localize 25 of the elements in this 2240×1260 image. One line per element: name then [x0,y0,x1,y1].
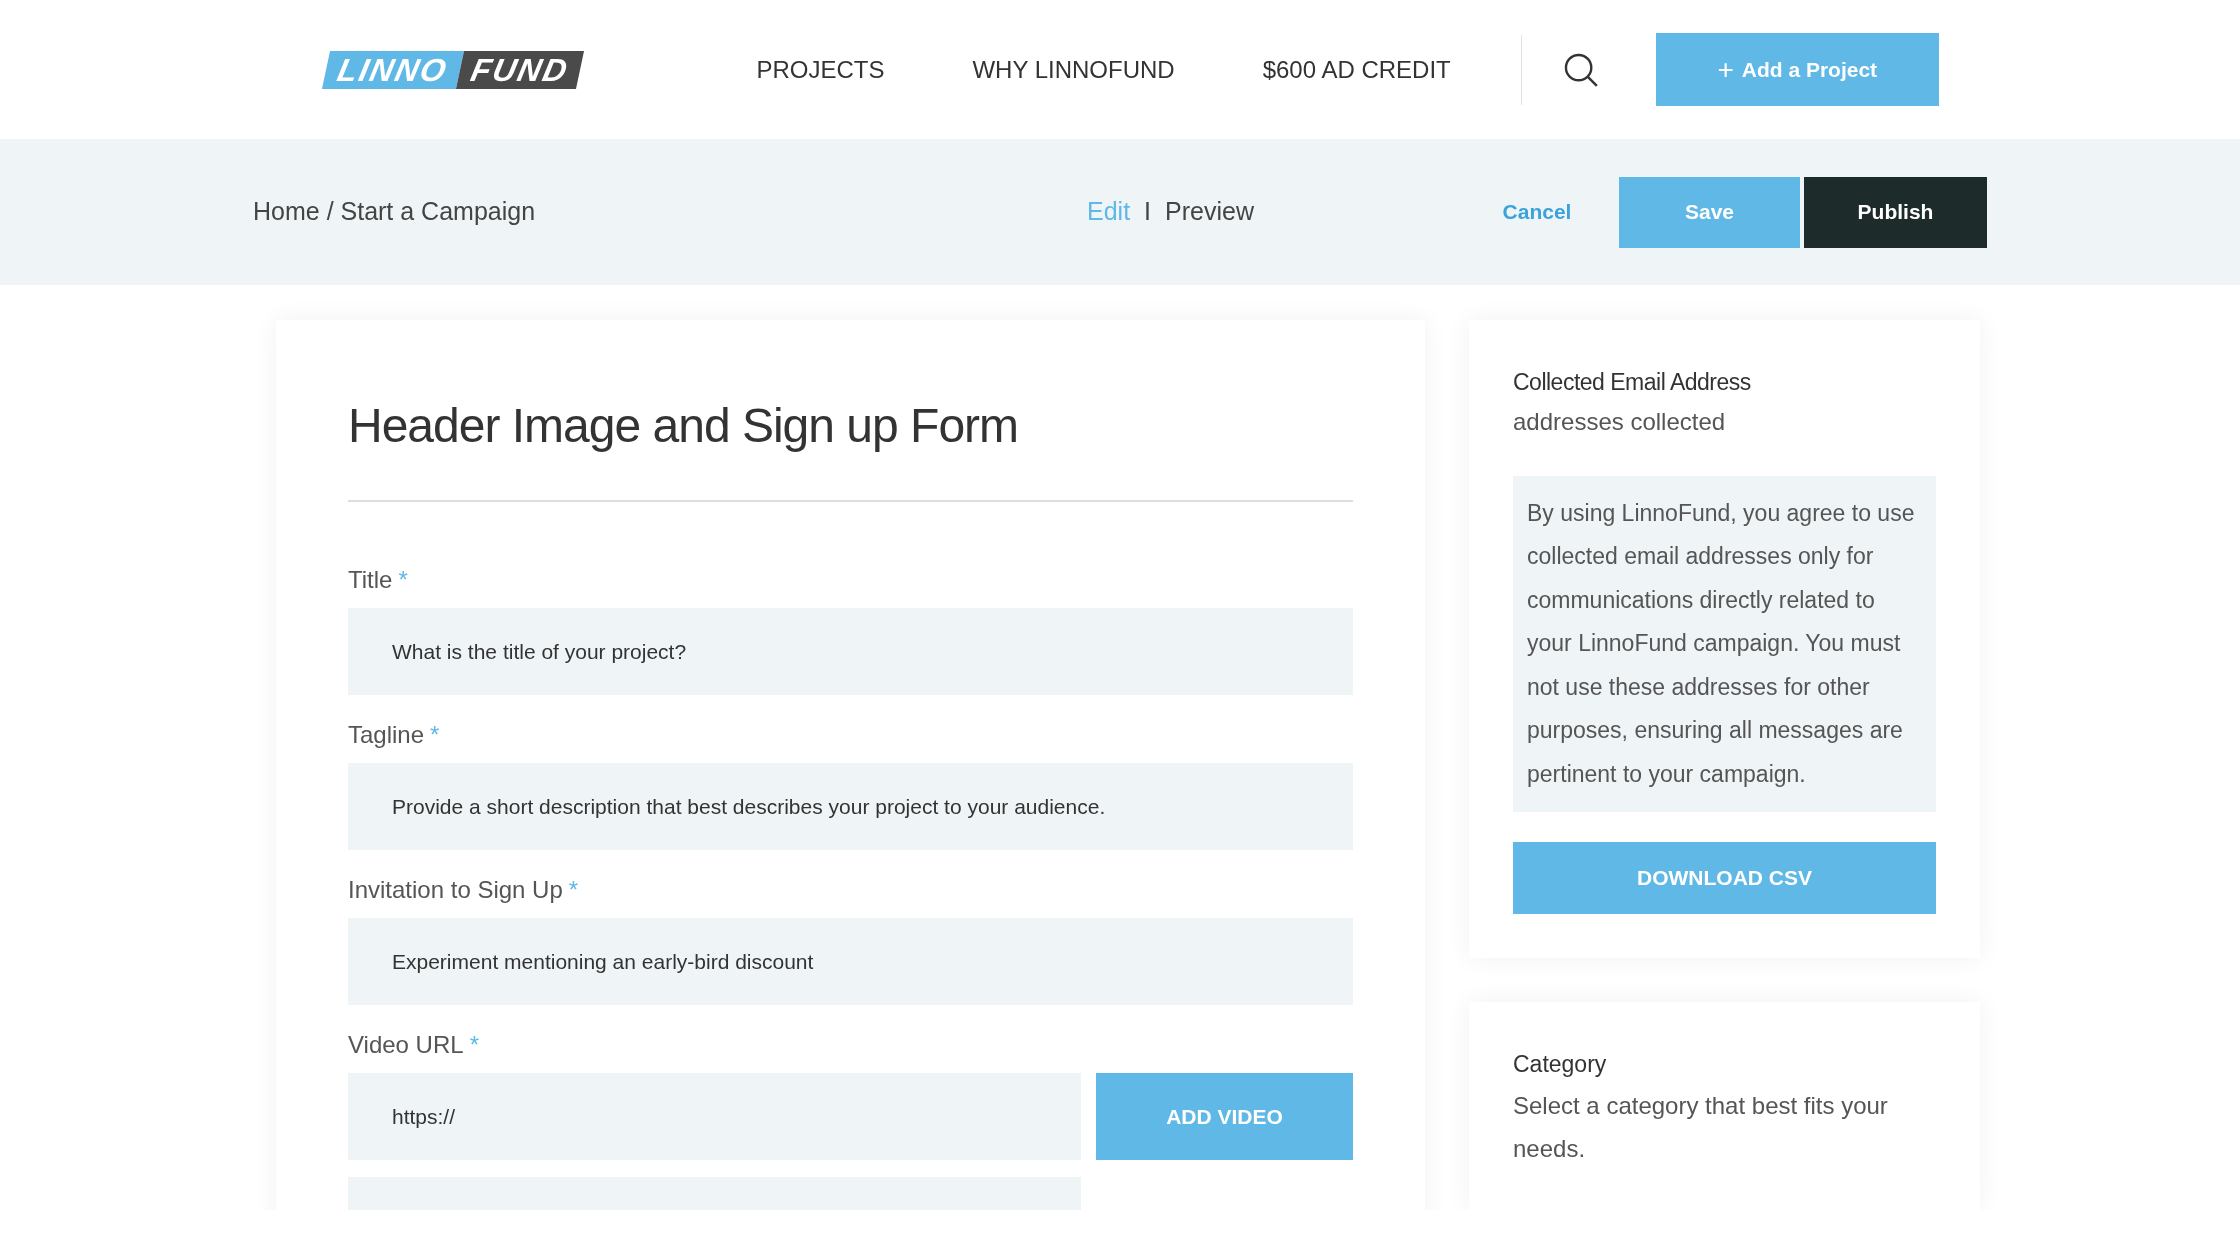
card-description: Select a category that best fits your needs. [1513,1090,1889,1164]
form-heading: Header Image and Sign up Form [348,390,1353,502]
mode-tab[interactable]: Preview [1165,193,1254,231]
mode-separator: I [1144,196,1152,228]
nav-link[interactable]: PROJECTS [756,51,885,88]
card-title: Category [1513,1050,1608,1079]
required-mark: * [568,875,579,905]
required-mark: * [430,720,440,750]
field-label: Tagline [348,720,425,750]
input-field[interactable]: Experiment mentioning an early-bird discount [348,918,1353,1005]
card-title: Collected Email Address [1513,368,1752,397]
field-label: Title [348,565,393,595]
nav-link[interactable]: WHY LINNOFUND [972,51,1175,88]
notice-text: By using LinnoFund, you agree to use collected email addresses only for communications directly related to your LinnoFund campaign. You must not use these addresses for other purposes, ensuring all messages are pertinent to your campaign. [1513,475,1936,812]
required-mark: * [469,1030,479,1060]
input-field[interactable]: https:// [348,1073,1081,1160]
nav-link[interactable]: $600 AD CREDIT [1262,51,1451,88]
card-subtitle: addresses collected [1513,406,1727,437]
field-label: Video URL [348,1030,464,1060]
required-mark: * [398,565,408,595]
input-field[interactable]: Provide a short description that best describes your project to your audience. [348,763,1353,850]
field-label: Invitation to Sign Up [348,875,563,905]
input-field[interactable]: What is the title of your project? [348,608,1353,695]
breadcrumb: Home / Start a Campaign [253,196,537,228]
publish-button[interactable]: Publish [1804,176,1987,248]
